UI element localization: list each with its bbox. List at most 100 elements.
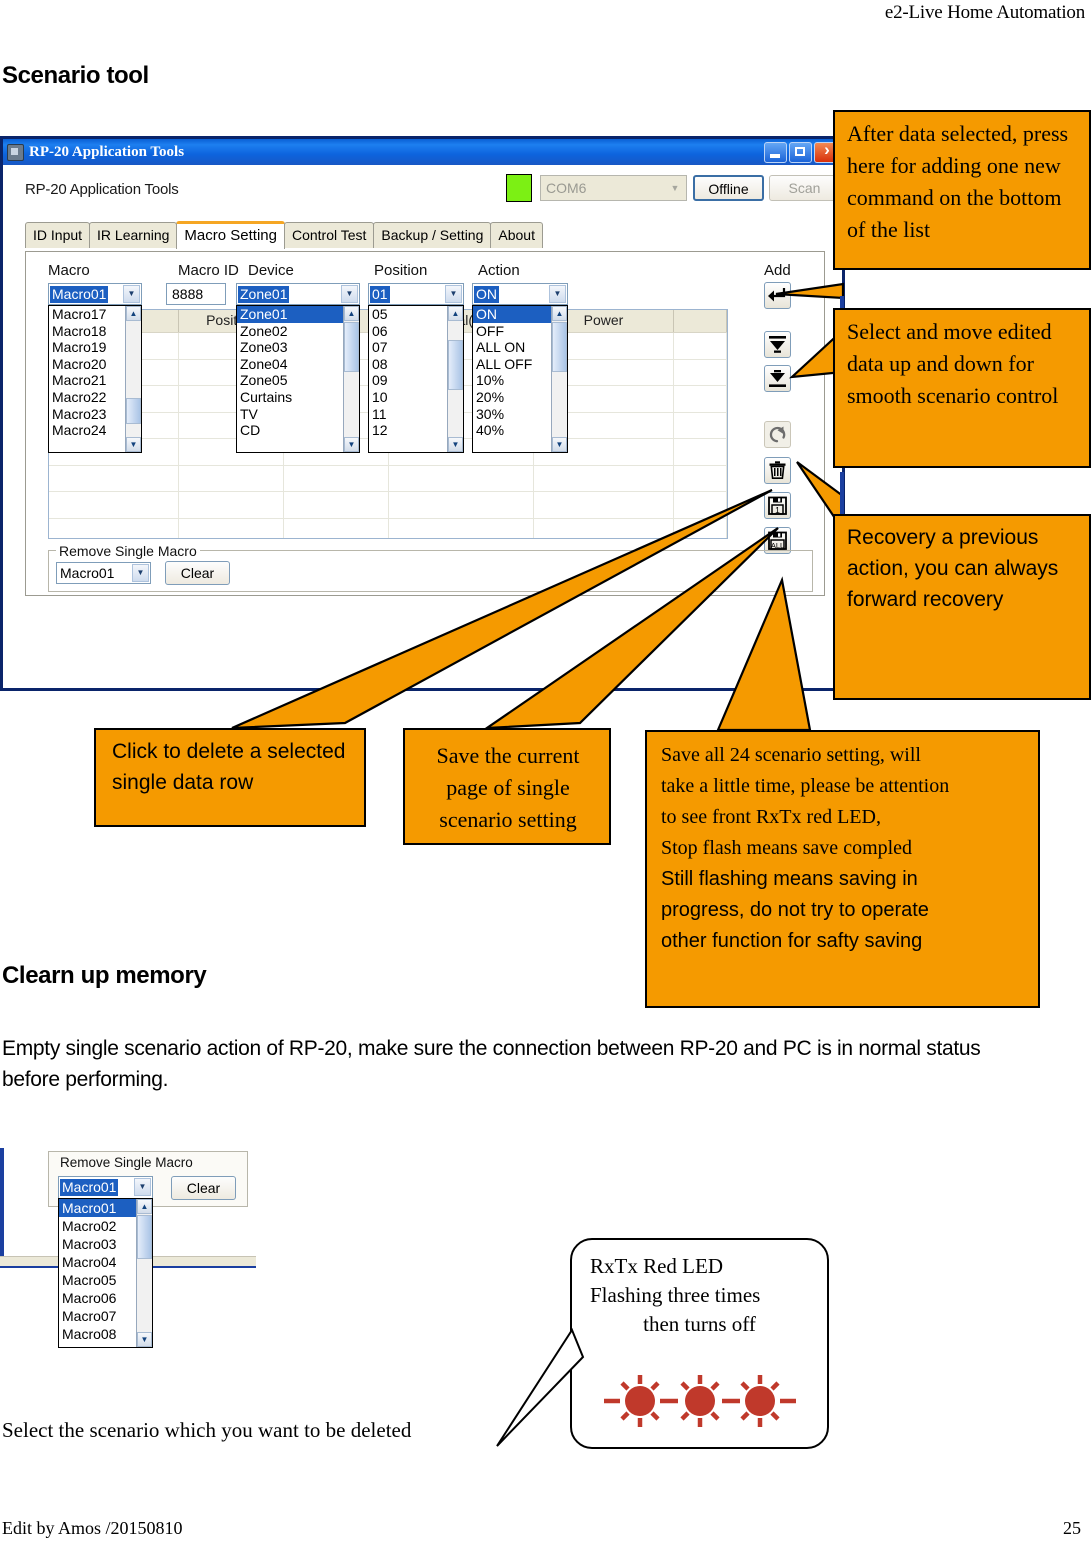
table-row[interactable] bbox=[49, 518, 727, 538]
callout-add-command: After data selected, press here for addi… bbox=[833, 110, 1091, 270]
tab-ir-learning[interactable]: IR Learning bbox=[89, 222, 178, 248]
scroll-up-icon[interactable]: ▲ bbox=[448, 306, 463, 321]
scroll-up-icon[interactable]: ▲ bbox=[344, 306, 359, 321]
scroll-down-icon[interactable]: ▼ bbox=[552, 437, 567, 452]
scrollbar[interactable]: ▲ ▼ bbox=[136, 1199, 152, 1347]
list-item[interactable]: CD bbox=[237, 422, 359, 439]
scrollbar[interactable]: ▲ ▼ bbox=[125, 306, 141, 452]
action-combo[interactable]: ON ▼ bbox=[472, 283, 568, 305]
scrollbar[interactable]: ▲ ▼ bbox=[447, 306, 463, 452]
scrollbar-thumb[interactable] bbox=[552, 322, 567, 372]
svg-text:1: 1 bbox=[775, 505, 780, 515]
rxtx-line-2: Flashing three times bbox=[590, 1283, 761, 1307]
label-action: Action bbox=[478, 262, 520, 279]
callout-save-all-line-4: Stop flash means save compled bbox=[661, 837, 913, 859]
scrollbar-thumb[interactable] bbox=[448, 340, 463, 390]
device-dropdown-list[interactable]: Zone01 Zone02 Zone03 Zone04 Zone05 Curta… bbox=[236, 305, 360, 453]
macro-id-input[interactable]: 8888 bbox=[166, 283, 226, 305]
rp20-application-window: RP-20 Application Tools RP-20 Applicatio… bbox=[0, 136, 845, 691]
scan-button[interactable]: Scan bbox=[769, 175, 840, 201]
scroll-up-icon[interactable]: ▲ bbox=[126, 306, 141, 321]
com-port-value: COM6 bbox=[546, 180, 587, 196]
enter-arrow-icon bbox=[768, 288, 786, 302]
callout-save-all: Save all 24 scenario setting, will take … bbox=[645, 730, 1040, 1008]
device-combo[interactable]: Zone01 ▼ bbox=[236, 283, 360, 305]
action-dropdown-list[interactable]: ON OFF ALL ON ALL OFF 10% 20% 30% 40% ▲ … bbox=[472, 305, 568, 453]
label-macro-id: Macro ID bbox=[178, 262, 239, 279]
recovery-button[interactable] bbox=[764, 421, 791, 448]
scroll-down-icon[interactable]: ▼ bbox=[126, 437, 141, 452]
scroll-down-icon[interactable]: ▼ bbox=[344, 437, 359, 452]
tab-control-test[interactable]: Control Test bbox=[283, 222, 375, 248]
paragraph-empty-scenario: Empty single scenario action of RP-20, m… bbox=[2, 1037, 981, 1091]
chevron-down-icon[interactable]: ▼ bbox=[445, 285, 462, 303]
list-item[interactable]: Zone01 bbox=[237, 306, 359, 323]
scroll-down-icon[interactable]: ▼ bbox=[137, 1332, 152, 1347]
list-item[interactable]: Zone04 bbox=[237, 356, 359, 373]
callout-save-all-line-1: Save all 24 scenario setting, will bbox=[661, 744, 921, 766]
position-dropdown-list[interactable]: 05 06 07 08 09 10 11 12 ▲ ▼ bbox=[368, 305, 464, 453]
list-item[interactable]: Zone02 bbox=[237, 323, 359, 340]
scrollbar[interactable]: ▲ ▼ bbox=[343, 306, 359, 452]
move-top-button[interactable] bbox=[764, 331, 791, 358]
led-icon-3 bbox=[740, 1375, 780, 1427]
chevron-down-icon[interactable]: ▼ bbox=[123, 285, 140, 303]
list-item[interactable]: Zone03 bbox=[237, 339, 359, 356]
save-single-button[interactable]: 1 bbox=[764, 492, 791, 519]
rxtx-led-bubble: RxTx Red LED Flashing three times then t… bbox=[570, 1238, 829, 1449]
table-row[interactable] bbox=[49, 465, 727, 492]
app-toolbar-strip: RP-20 Application Tools COM6 ▼ Offline S… bbox=[3, 165, 842, 217]
label-add: Add bbox=[764, 262, 791, 279]
callout-delete-row: Click to delete a selected single data r… bbox=[94, 728, 366, 827]
undo-arrow-icon bbox=[769, 426, 786, 443]
section-title-clean-up-memory: Clearn up memory bbox=[2, 962, 207, 989]
tab-bar: ID Input IR Learning Macro Setting Contr… bbox=[25, 221, 543, 249]
table-row[interactable] bbox=[49, 492, 727, 519]
clear-button[interactable]: Clear bbox=[165, 561, 230, 585]
bottom-macro-combo[interactable]: Macro01 ▼ bbox=[58, 1176, 153, 1199]
offline-button[interactable]: Offline bbox=[693, 175, 764, 201]
bottom-macro-combo-value: Macro01 bbox=[60, 1179, 119, 1196]
tab-backup-setting[interactable]: Backup / Setting bbox=[373, 222, 492, 248]
scrollbar-thumb[interactable] bbox=[137, 1215, 152, 1259]
page-title-scenario-tool: Scenario tool bbox=[2, 62, 149, 89]
move-bottom-button[interactable] bbox=[764, 365, 791, 392]
maximize-icon[interactable] bbox=[789, 141, 812, 163]
tab-macro-setting[interactable]: Macro Setting bbox=[176, 221, 285, 249]
scrollbar-thumb[interactable] bbox=[126, 398, 141, 424]
add-row-button[interactable] bbox=[764, 282, 791, 309]
floppy-one-icon: 1 bbox=[768, 496, 787, 515]
chevron-down-icon[interactable]: ▼ bbox=[341, 285, 358, 303]
scrollbar[interactable]: ▲ ▼ bbox=[551, 306, 567, 452]
tab-about[interactable]: About bbox=[490, 222, 543, 248]
tab-id-input[interactable]: ID Input bbox=[25, 222, 91, 248]
scroll-down-icon[interactable]: ▼ bbox=[448, 437, 463, 452]
move-to-bottom-icon bbox=[769, 370, 786, 387]
bottom-macro-dropdown-list[interactable]: Macro01 Macro02 Macro03 Macro04 Macro05 … bbox=[58, 1198, 153, 1348]
chevron-down-icon[interactable]: ▼ bbox=[549, 285, 566, 303]
led-icon-2 bbox=[680, 1375, 720, 1427]
rxtx-line-3: then turns off bbox=[643, 1312, 756, 1336]
scrollbar-thumb[interactable] bbox=[344, 322, 359, 372]
macro-combo[interactable]: Macro01 ▼ bbox=[48, 283, 142, 305]
rxtx-line-1: RxTx Red LED bbox=[590, 1254, 723, 1278]
chevron-down-icon[interactable]: ▼ bbox=[134, 1178, 151, 1196]
macro-dropdown-list[interactable]: Macro17 Macro18 Macro19 Macro20 Macro21 … bbox=[48, 305, 142, 453]
list-item[interactable]: TV bbox=[237, 406, 359, 423]
bottom-clear-button[interactable]: Clear bbox=[171, 1176, 236, 1200]
scroll-up-icon[interactable]: ▲ bbox=[552, 306, 567, 321]
grid-col-extra bbox=[674, 310, 727, 332]
led-icon-1 bbox=[620, 1375, 660, 1427]
svg-text:ALL: ALL bbox=[771, 541, 784, 550]
list-item[interactable]: Zone05 bbox=[237, 372, 359, 389]
com-port-select[interactable]: COM6 ▼ bbox=[540, 175, 687, 201]
scroll-up-icon[interactable]: ▲ bbox=[137, 1199, 152, 1214]
list-item[interactable]: Curtains bbox=[237, 389, 359, 406]
chevron-down-icon[interactable]: ▼ bbox=[132, 564, 149, 582]
minimize-icon[interactable] bbox=[764, 141, 787, 163]
remove-macro-combo[interactable]: Macro01 ▼ bbox=[56, 562, 151, 584]
delete-row-button[interactable] bbox=[764, 457, 791, 484]
position-combo[interactable]: 01 ▼ bbox=[368, 283, 464, 305]
callout-recovery: Recovery a previous action, you can alwa… bbox=[833, 514, 1091, 700]
device-combo-value: Zone01 bbox=[238, 285, 290, 303]
